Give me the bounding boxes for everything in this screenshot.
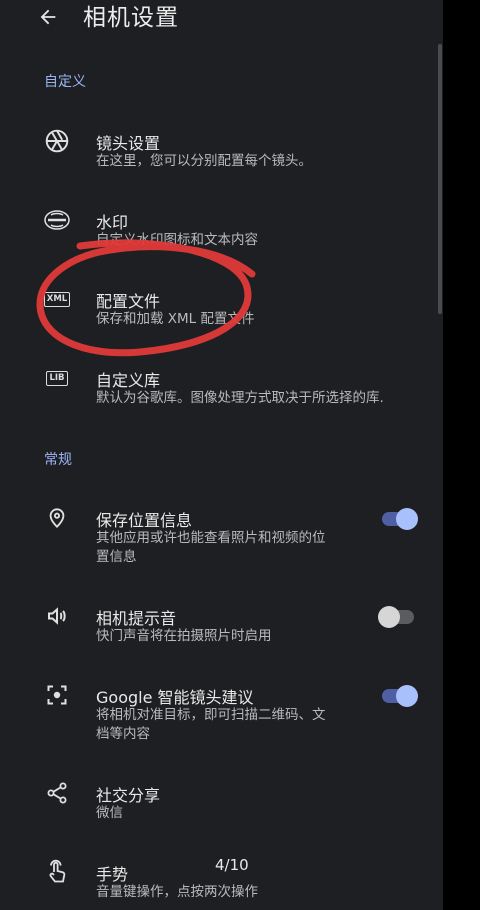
setting-title: 配置文件	[96, 292, 161, 311]
setting-social-share[interactable]: 社交分享 微信	[0, 774, 443, 830]
share-icon	[42, 778, 72, 808]
camera-sound-toggle[interactable]	[378, 605, 418, 629]
setting-title: 保存位置信息	[96, 511, 193, 530]
arrow-back-icon	[40, 9, 56, 25]
setting-subtitle: 音量键操作，点按两次操作	[96, 884, 258, 900]
location-pin-icon	[42, 503, 72, 533]
lib-icon: LIB	[42, 363, 72, 393]
setting-subtitle: 微信	[96, 805, 123, 821]
setting-title: 手势	[96, 865, 129, 884]
toggle-thumb	[396, 508, 418, 530]
setting-lens[interactable]: 镜头设置 在这里，您可以分别配置每个镜头。	[0, 122, 443, 178]
setting-subtitle: 默认为谷歌库。图像处理方式取决于所选择的库.	[96, 390, 384, 406]
setting-save-location[interactable]: 保存位置信息 其他应用或许也能查看照片和视频的位 置信息	[0, 499, 443, 571]
setting-title: 相机提示音	[96, 609, 177, 628]
page-title: 相机设置	[83, 5, 179, 31]
setting-watermark[interactable]: 水印 自定义水印图标和文本内容	[0, 201, 443, 257]
setting-subtitle-line2: 档等内容	[96, 726, 150, 742]
app-bar: 相机设置	[0, 0, 443, 36]
save-location-toggle[interactable]	[378, 507, 418, 531]
section-header-general: 常规	[44, 452, 72, 468]
side-black-strip	[443, 0, 480, 910]
setting-subtitle-line1: 将相机对准目标，即可扫描二维码、文	[96, 707, 326, 723]
back-button[interactable]	[30, 0, 66, 34]
setting-camera-sound[interactable]: 相机提示音 快门声音将在拍摄照片时启用	[0, 597, 443, 653]
page-counter: 4/10	[215, 856, 249, 874]
xml-icon: XML	[42, 284, 72, 314]
gesture-touch-icon	[42, 857, 72, 887]
lens-aperture-icon	[42, 126, 72, 156]
setting-subtitle: 保存和加载 XML 配置文件	[96, 311, 255, 327]
setting-subtitle-line2: 置信息	[96, 549, 137, 565]
setting-subtitle: 自定义水印图标和文本内容	[96, 232, 258, 248]
toggle-thumb	[378, 606, 400, 628]
setting-title: 社交分享	[96, 786, 161, 805]
settings-screen: 相机设置 自定义 镜头设置 在这里，您可以分别配置每个镜头。 水印 自定义水印图…	[0, 0, 443, 910]
watermark-icon	[42, 205, 72, 235]
setting-subtitle-line1: 其他应用或许也能查看照片和视频的位	[96, 530, 326, 546]
setting-title: 水印	[96, 213, 129, 232]
setting-google-lens[interactable]: Google 智能镜头建议 将相机对准目标，即可扫描二维码、文 档等内容	[0, 676, 443, 748]
setting-subtitle: 快门声音将在拍摄照片时启用	[96, 628, 272, 644]
setting-profile[interactable]: XML 配置文件 保存和加载 XML 配置文件	[0, 280, 443, 336]
setting-custom-library[interactable]: LIB 自定义库 默认为谷歌库。图像处理方式取决于所选择的库.	[0, 359, 443, 415]
setting-title: Google 智能镜头建议	[96, 688, 254, 707]
setting-subtitle: 在这里，您可以分别配置每个镜头。	[96, 153, 312, 169]
speaker-icon	[42, 601, 72, 631]
google-lens-icon	[42, 680, 72, 710]
setting-title: 镜头设置	[96, 134, 161, 153]
section-header-custom: 自定义	[44, 74, 86, 90]
setting-title: 自定义库	[96, 371, 161, 390]
google-lens-toggle[interactable]	[378, 684, 418, 708]
toggle-thumb	[396, 685, 418, 707]
scrollbar[interactable]	[438, 44, 442, 314]
